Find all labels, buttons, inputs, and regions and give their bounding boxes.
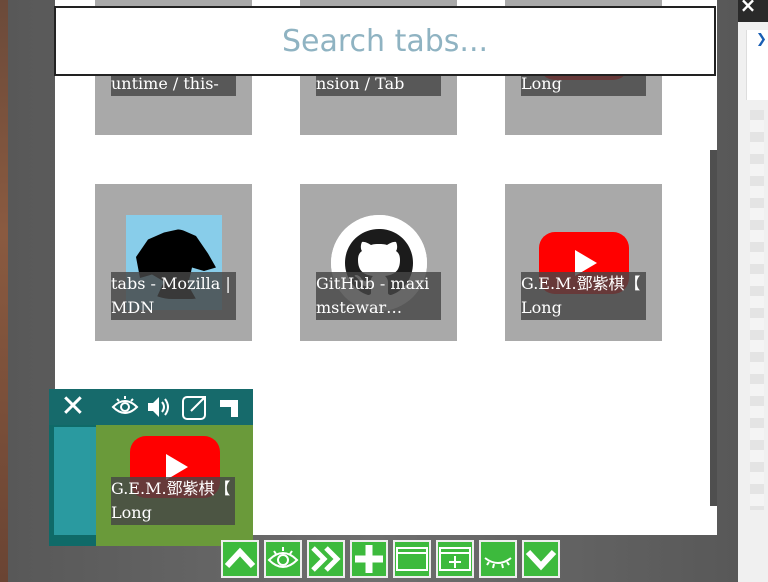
eye-icon[interactable] <box>111 389 139 425</box>
chevron-up-icon[interactable] <box>221 540 259 578</box>
tab-title: tabs - Mozilla | MDN <box>111 272 236 320</box>
search-box <box>54 6 716 76</box>
selected-tab-content: G.E.M.鄧紫棋【 Long <box>96 425 253 546</box>
eye-icon[interactable] <box>264 540 302 578</box>
tab-tile[interactable]: G.E.M.鄧紫棋【 Long <box>505 184 662 341</box>
tab-title: GitHub - maximstewar… <box>316 272 441 320</box>
new-window-icon[interactable] <box>436 540 474 578</box>
close-icon[interactable]: ✕ <box>59 389 87 425</box>
selected-tab-tile[interactable]: ✕ G.E.M.鄧紫棋【 Long <box>49 389 253 546</box>
closed-eye-icon[interactable] <box>479 540 517 578</box>
double-chevron-right-icon[interactable] <box>307 540 345 578</box>
speaker-icon[interactable] <box>145 389 173 425</box>
tab-action-toolbar: ✕ <box>49 389 253 425</box>
tab-tile[interactable]: GitHub - maximstewar… <box>300 184 457 341</box>
backdrop-left <box>0 0 8 582</box>
bottom-toolbar <box>221 540 560 578</box>
tab-title: G.E.M.鄧紫棋【 Long <box>521 272 646 320</box>
selected-tab-sidebar <box>54 427 96 535</box>
tab-title: G.E.M.鄧紫棋【 Long <box>111 477 235 525</box>
popout-icon[interactable] <box>180 389 210 425</box>
search-input[interactable] <box>56 22 714 60</box>
tab-tile[interactable]: tabs - Mozilla | MDN <box>95 184 252 341</box>
scrollbar[interactable] <box>710 150 717 506</box>
window-icon[interactable] <box>393 540 431 578</box>
plus-icon[interactable] <box>350 540 388 578</box>
close-overlay-icon[interactable]: × <box>737 0 759 16</box>
backdrop-right: ❯ <box>738 0 768 582</box>
chevron-down-icon[interactable] <box>522 540 560 578</box>
chevron-right-icon: ❯ <box>756 32 767 47</box>
corner-icon[interactable] <box>215 389 243 425</box>
